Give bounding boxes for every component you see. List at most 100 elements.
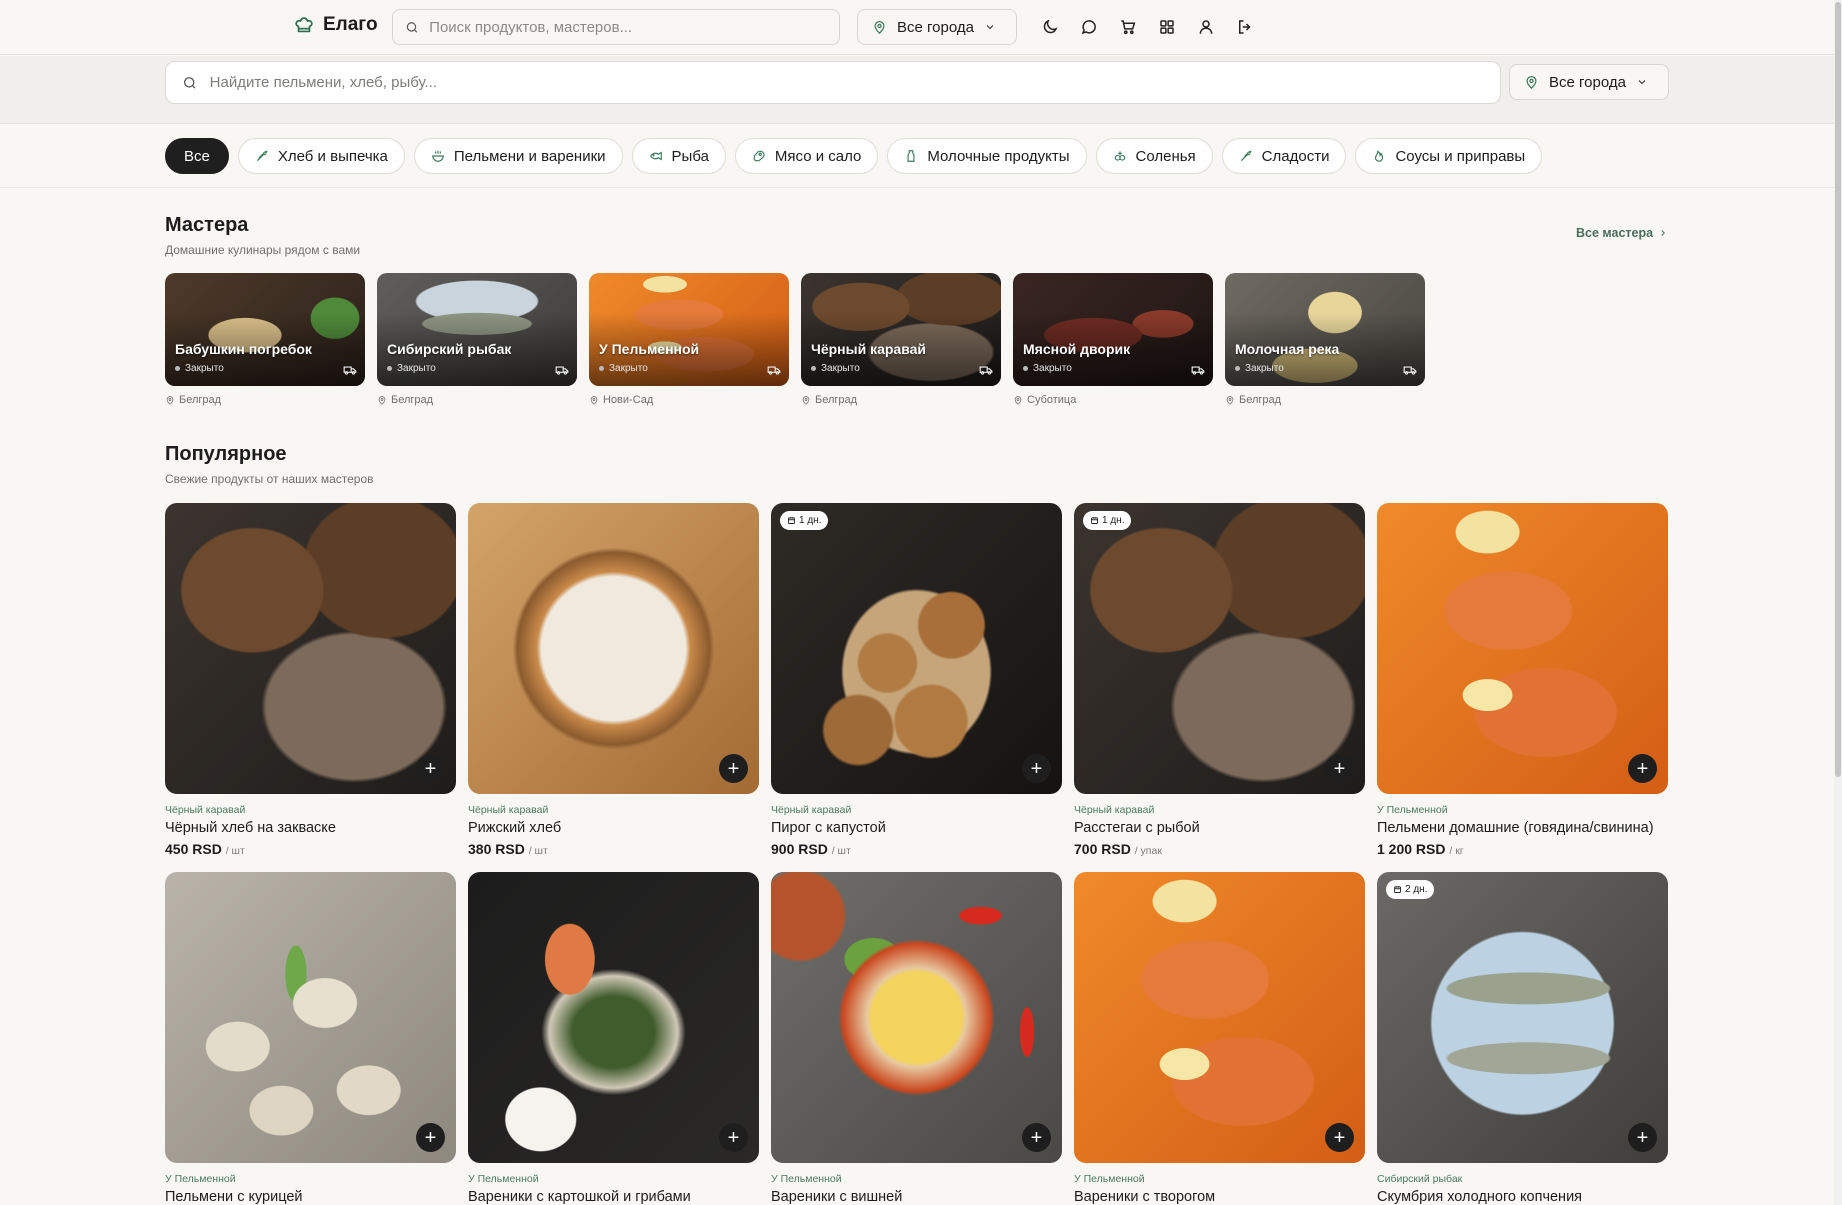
product-name[interactable]: Вареники с творогом — [1074, 1189, 1365, 1205]
dashboard-button[interactable] — [1156, 15, 1177, 39]
product-card[interactable]: 1 дн. + Чёрный каравай Пирог с капустой 900 … — [771, 503, 1062, 872]
product-master[interactable]: У Пельменной — [771, 1173, 1062, 1185]
category-chip-fish[interactable]: Рыба — [631, 138, 726, 174]
product-image[interactable]: 2 дн. + — [1377, 872, 1668, 1163]
product-name[interactable]: Рижский хлеб — [468, 820, 759, 836]
product-card[interactable]: + Чёрный каравай Чёрный хлеб на закваске 45… — [165, 503, 456, 872]
header-search[interactable] — [392, 9, 840, 45]
add-to-cart-button[interactable]: + — [416, 1123, 445, 1152]
product-card[interactable]: + У Пельменной Пельмени домашние (говядина… — [1377, 503, 1668, 872]
master-card[interactable]: Чёрный каравай Закрыто Белград — [801, 273, 1001, 406]
logout-button[interactable] — [1234, 15, 1255, 39]
product-master[interactable]: Чёрный каравай — [468, 804, 759, 816]
product-card[interactable]: + Чёрный каравай Рижский хлеб 380 RSD / шт — [468, 503, 759, 872]
plus-icon: + — [1030, 757, 1043, 780]
add-to-cart-button[interactable]: + — [719, 754, 748, 783]
master-card[interactable]: Мясной дворик Закрыто Суботица — [1013, 273, 1213, 406]
product-name[interactable]: Чёрный хлеб на закваске — [165, 820, 456, 836]
master-image[interactable]: Сибирский рыбак Закрыто — [377, 273, 577, 386]
product-master[interactable]: Чёрный каравай — [165, 804, 456, 816]
master-status: Закрыто — [599, 363, 648, 374]
cart-button[interactable] — [1117, 15, 1138, 39]
product-master[interactable]: Чёрный каравай — [1074, 804, 1365, 816]
product-name[interactable]: Пельмени домашние (говядина/свинина) — [1377, 820, 1668, 836]
product-image[interactable]: 1 дн. + — [1074, 503, 1365, 794]
add-to-cart-button[interactable]: + — [1325, 754, 1354, 783]
brand-logo[interactable]: Елаго — [293, 14, 378, 36]
product-image[interactable]: + — [1074, 872, 1365, 1163]
master-image[interactable]: Бабушкин погребок Закрыто — [165, 273, 365, 386]
master-city-label: Белград — [815, 394, 858, 406]
product-card[interactable]: + У Пельменной Вареники с творогом — [1074, 872, 1365, 1205]
add-to-cart-button[interactable]: + — [1022, 1123, 1051, 1152]
master-image[interactable]: Мясной дворик Закрыто — [1013, 273, 1213, 386]
product-name[interactable]: Вареники с вишней — [771, 1189, 1062, 1205]
search-city-select[interactable]: Все города — [1509, 64, 1669, 100]
add-to-cart-button[interactable]: + — [1628, 1123, 1657, 1152]
main-search-input[interactable] — [209, 74, 1500, 91]
product-name[interactable]: Вареники с картошкой и грибами — [468, 1189, 759, 1205]
product-card[interactable]: 2 дн. + Сибирский рыбак Скумбрия холодного … — [1377, 872, 1668, 1205]
add-to-cart-button[interactable]: + — [1628, 754, 1657, 783]
master-card[interactable]: У Пельменной Закрыто Нови-Сад — [589, 273, 789, 406]
product-master[interactable]: У Пельменной — [1377, 804, 1668, 816]
product-master[interactable]: Сибирский рыбак — [1377, 1173, 1668, 1185]
product-card[interactable]: + У Пельменной Вареники с вишней — [771, 872, 1062, 1205]
product-name[interactable]: Пельмени с курицей — [165, 1189, 456, 1205]
header-city-select[interactable]: Все города — [857, 9, 1017, 45]
category-chip-label: Рыба — [671, 147, 709, 165]
master-image[interactable]: Чёрный каравай Закрыто — [801, 273, 1001, 386]
profile-button[interactable] — [1195, 15, 1216, 39]
status-dot — [811, 366, 816, 371]
product-image[interactable]: + — [165, 503, 456, 794]
product-image[interactable]: + — [771, 872, 1062, 1163]
category-chip-bread[interactable]: Хлеб и выпечка — [237, 138, 405, 174]
product-image[interactable]: 1 дн. + — [771, 503, 1062, 794]
all-masters-link[interactable]: Все мастера — [1576, 226, 1668, 240]
product-image[interactable]: + — [1377, 503, 1668, 794]
category-chip-dairy[interactable]: Молочные продукты — [887, 138, 1087, 174]
product-name[interactable]: Пирог с капустой — [771, 820, 1062, 836]
main-search[interactable] — [165, 61, 1501, 104]
product-unit: / шт — [831, 845, 851, 857]
master-image[interactable]: Молочная река Закрыто — [1225, 273, 1425, 386]
product-image[interactable]: + — [468, 872, 759, 1163]
add-to-cart-button[interactable]: + — [416, 754, 445, 783]
product-master[interactable]: У Пельменной — [468, 1173, 759, 1185]
product-card[interactable]: + У Пельменной Пельмени с курицей — [165, 872, 456, 1205]
master-card[interactable]: Молочная река Закрыто Белград — [1225, 273, 1425, 406]
add-to-cart-button[interactable]: + — [1325, 1123, 1354, 1152]
header-search-input[interactable] — [429, 18, 839, 36]
product-card[interactable]: + У Пельменной Вареники с картошкой и гриб… — [468, 872, 759, 1205]
master-city: Белград — [165, 394, 365, 406]
master-name: Мясной дворик — [1023, 341, 1131, 357]
page-scrollbar[interactable] — [1834, 0, 1842, 1205]
delivery-icon — [979, 366, 993, 375]
product-master[interactable]: У Пельменной — [165, 1173, 456, 1185]
master-city-label: Нови-Сад — [603, 394, 654, 406]
product-master[interactable]: У Пельменной — [1074, 1173, 1365, 1185]
product-card[interactable]: 1 дн. + Чёрный каравай Расстегаи с рыбой 700… — [1074, 503, 1365, 872]
master-image[interactable]: У Пельменной Закрыто — [589, 273, 789, 386]
add-to-cart-button[interactable]: + — [719, 1123, 748, 1152]
category-chip-sauces[interactable]: Соусы и приправы — [1355, 138, 1543, 174]
category-chip-meat[interactable]: Мясо и сало — [734, 138, 879, 174]
category-chip-dumplings[interactable]: Пельмени и вареники — [413, 138, 623, 174]
category-chip-all[interactable]: Все — [165, 138, 229, 174]
master-card[interactable]: Сибирский рыбак Закрыто Белград — [377, 273, 577, 406]
candy-icon — [1240, 150, 1252, 162]
messages-button[interactable] — [1078, 15, 1099, 39]
theme-toggle-button[interactable] — [1039, 15, 1060, 39]
status-dot — [387, 366, 392, 371]
product-name[interactable]: Скумбрия холодного копчения — [1377, 1189, 1668, 1205]
master-card[interactable]: Бабушкин погребок Закрыто Белград — [165, 273, 365, 406]
product-image[interactable]: + — [165, 872, 456, 1163]
master-status-label: Закрыто — [1245, 363, 1284, 374]
scrollbar-thumb[interactable] — [1835, 2, 1841, 777]
add-to-cart-button[interactable]: + — [1022, 754, 1051, 783]
category-chip-sweets[interactable]: Сладости — [1221, 138, 1347, 174]
product-name[interactable]: Расстегаи с рыбой — [1074, 820, 1365, 836]
product-image[interactable]: + — [468, 503, 759, 794]
product-master[interactable]: Чёрный каравай — [771, 804, 1062, 816]
category-chip-pickles[interactable]: Соленья — [1095, 138, 1213, 174]
